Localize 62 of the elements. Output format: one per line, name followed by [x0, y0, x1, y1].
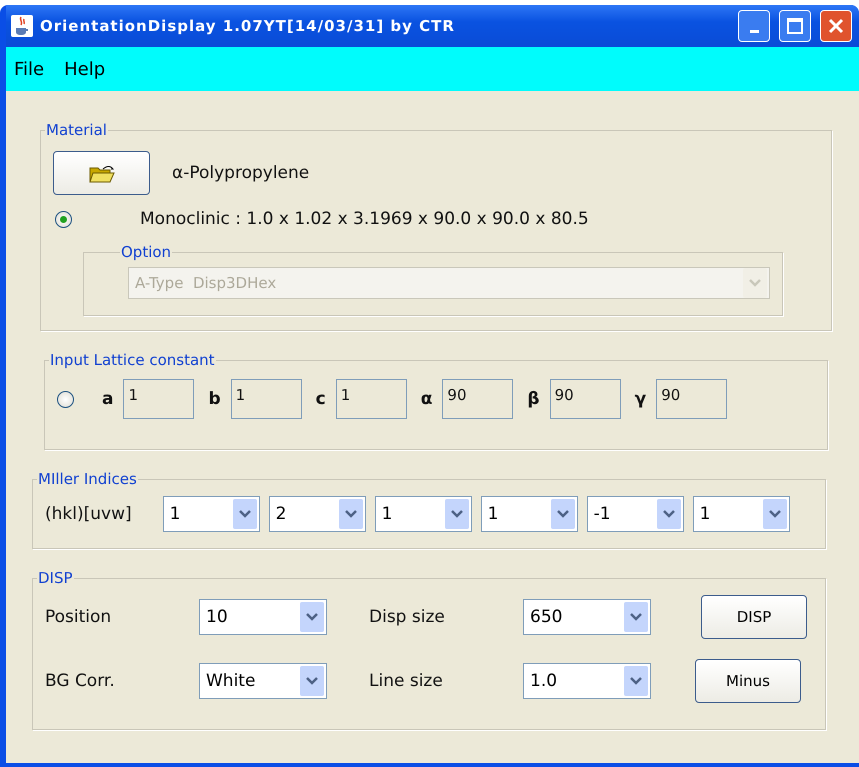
window-title: OrientationDisplay 1.07YT[14/03/31] by CTR [40, 17, 456, 35]
parameter-label: α [420, 389, 432, 409]
dropdown[interactable]: 2 [268, 496, 366, 532]
caret-icon [624, 602, 648, 632]
radio-button[interactable] [57, 390, 74, 408]
group-title: Option [120, 243, 172, 261]
dropdown[interactable]: 1 [162, 496, 260, 532]
group-title: Material [45, 121, 108, 139]
parameter-label: a [102, 389, 114, 409]
input-field[interactable]: 1 [230, 379, 302, 419]
folder-icon [88, 163, 114, 183]
parameter-label: b [208, 389, 221, 409]
dropdown[interactable]: -1 [586, 496, 684, 532]
caret-icon [338, 499, 363, 529]
maximize-icon [787, 18, 803, 34]
input-field[interactable]: 1 [123, 379, 194, 419]
input-field[interactable]: 90 [550, 379, 621, 419]
dropdown[interactable]: White [199, 663, 327, 699]
dropdown: A-Type Disp3DHex [128, 267, 770, 299]
action-button[interactable]: Minus [695, 659, 801, 703]
caret-icon [232, 499, 257, 529]
close-button[interactable] [820, 10, 852, 42]
cup-icon [10, 14, 34, 38]
action-button[interactable]: DISP [701, 595, 807, 639]
group-title: Input Lattice constant [49, 351, 216, 369]
minimize-button[interactable] [738, 10, 770, 42]
dropdown[interactable]: 1 [692, 496, 790, 532]
radio-button[interactable] [55, 210, 72, 228]
caret-icon [656, 499, 681, 529]
maximize-button[interactable] [779, 10, 811, 42]
close-icon [828, 18, 844, 34]
parameter-label: c [316, 389, 326, 409]
material-name: α-Polypropylene [172, 163, 310, 183]
dropdown[interactable]: 10 [199, 599, 327, 635]
field-label: Line size [369, 671, 444, 691]
crystal-parameters: Monoclinic : 1.0 x 1.02 x 3.1969 x 90.0 x 90.0 x 80.5 [140, 209, 589, 229]
dropdown[interactable]: 1 [374, 496, 472, 532]
caret-icon [624, 666, 648, 696]
minimize-icon [750, 30, 758, 32]
caret-icon [444, 499, 469, 529]
indices-label: (hkl)[uvw] [45, 504, 132, 524]
caret-icon [762, 499, 787, 529]
input-field[interactable]: 90 [442, 379, 514, 419]
open-button[interactable] [53, 151, 150, 195]
field-label: Position [45, 607, 112, 627]
dropdown[interactable]: 1 [480, 496, 578, 532]
field-label: Disp size [369, 607, 446, 627]
field-label: BG Corr. [45, 671, 116, 691]
caret-icon [743, 268, 767, 298]
group-title: MIller Indices [37, 470, 138, 488]
dropdown[interactable]: 650 [523, 599, 651, 635]
caret-icon [300, 666, 324, 696]
menu-item[interactable]: File [14, 58, 44, 80]
input-field[interactable]: 90 [656, 379, 728, 419]
caret-icon [550, 499, 575, 529]
parameter-label: β [527, 389, 540, 409]
input-field[interactable]: 1 [336, 379, 407, 419]
menu-item[interactable]: Help [64, 58, 106, 80]
dropdown[interactable]: 1.0 [523, 663, 651, 699]
caret-icon [300, 602, 324, 632]
group-title: DISP [37, 569, 74, 587]
parameter-label: γ [634, 389, 646, 409]
